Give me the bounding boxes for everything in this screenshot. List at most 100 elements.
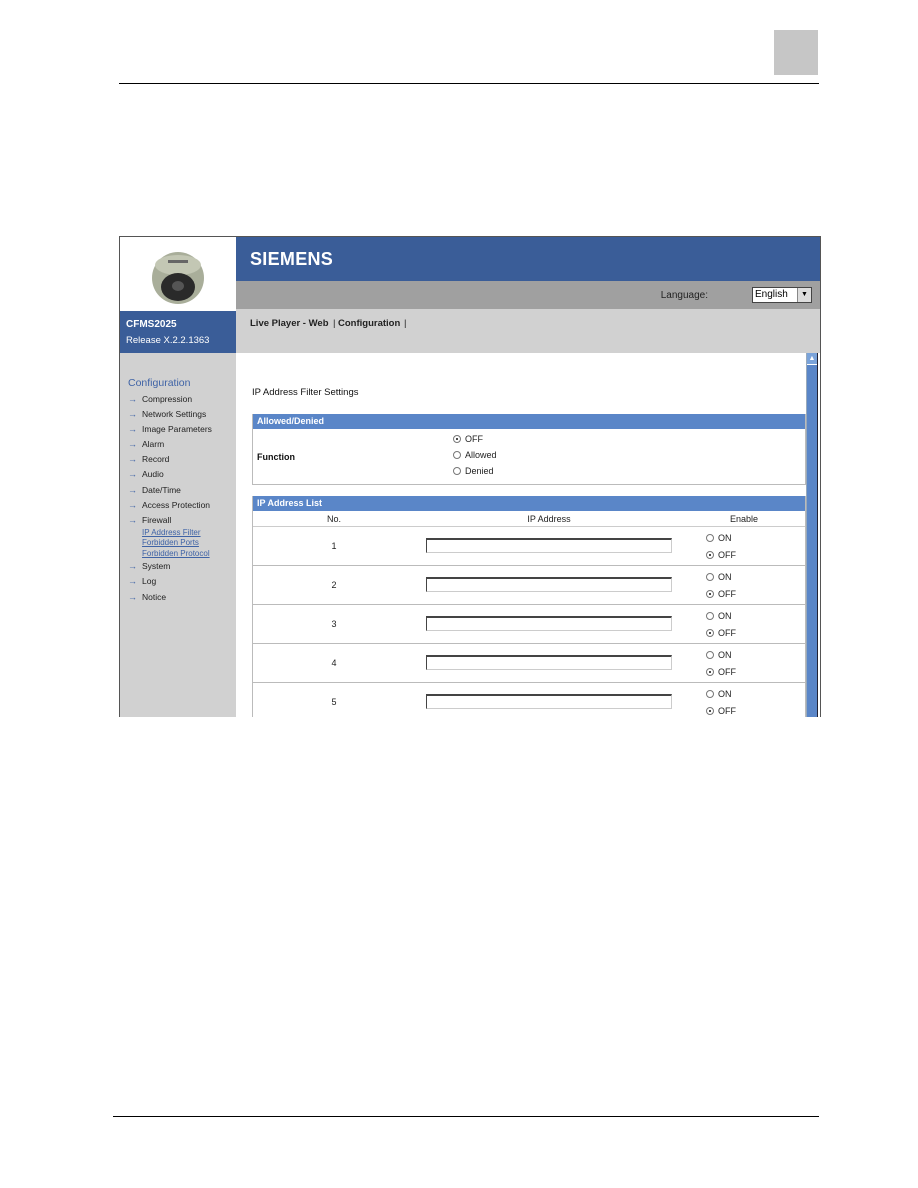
column-header-ip-address: IP Address	[415, 511, 683, 527]
arrow-right-icon: →	[128, 424, 137, 435]
radio-checked-icon	[706, 589, 714, 598]
sidebar-title: Configuration	[128, 377, 191, 389]
table-header-row: No. IP Address Enable	[253, 511, 805, 527]
header-bar: SIEMENS	[236, 237, 820, 281]
radio-checked-icon	[706, 706, 714, 715]
ip-address-input[interactable]	[426, 537, 672, 553]
table-row: 3 ON OFF	[253, 604, 805, 644]
function-label: Function	[257, 452, 295, 462]
arrow-right-icon: →	[128, 576, 137, 587]
menu-configuration[interactable]: Configuration	[338, 318, 400, 329]
menu-live-player-web[interactable]: Live Player - Web	[250, 318, 329, 329]
camera-image	[120, 237, 236, 311]
arrow-right-icon: →	[128, 439, 137, 450]
arrow-right-icon: →	[128, 514, 137, 525]
menu-separator: |	[404, 318, 407, 329]
arrow-right-icon: →	[128, 409, 137, 420]
radio-function-off[interactable]: OFF	[453, 431, 497, 447]
sidebar: CFMS2025 Release X.2.2.1363 Configuratio…	[120, 237, 237, 717]
radio-enable-off[interactable]: OFF	[684, 546, 804, 563]
ip-address-input[interactable]	[426, 615, 672, 631]
language-select[interactable]: English ▼	[752, 287, 812, 303]
arrow-right-icon: →	[128, 499, 137, 510]
sidebar-item-alarm[interactable]: → Alarm	[128, 437, 212, 452]
sidebar-item-access-protection[interactable]: → Access Protection	[128, 498, 212, 513]
radio-checked-icon	[706, 550, 714, 559]
radio-enable-off[interactable]: OFF	[684, 702, 804, 717]
ip-address-input[interactable]	[426, 576, 672, 592]
table-row: 2 ON OFF	[253, 565, 805, 605]
arrow-right-icon: →	[128, 454, 137, 465]
sidebar-item-firewall[interactable]: → Firewall	[128, 513, 212, 528]
radio-function-denied[interactable]: Denied	[453, 463, 497, 479]
row-number: 4	[253, 643, 415, 683]
table-row: 4 ON OFF	[253, 643, 805, 683]
arrow-right-icon: →	[128, 484, 137, 495]
sidebar-item-record[interactable]: → Record	[128, 452, 212, 467]
radio-enable-on[interactable]: ON	[684, 646, 804, 663]
sidebar-subitem-forbidden-protocol[interactable]: Forbidden Protocol	[142, 549, 212, 560]
page-header-rule	[119, 83, 819, 84]
page-title: IP Address Filter Settings	[252, 387, 359, 398]
sidebar-subitem-ip-address-filter[interactable]: IP Address Filter	[142, 528, 212, 539]
siemens-logo: SIEMENS	[250, 249, 334, 269]
menu-separator: |	[333, 318, 336, 329]
top-menu: Live Player - Web | Configuration |	[236, 309, 820, 353]
row-number: 1	[253, 526, 415, 566]
radio-enable-off[interactable]: OFF	[684, 624, 804, 641]
table-row: 1 ON OFF	[253, 526, 805, 566]
chevron-down-icon[interactable]: ▼	[797, 288, 811, 302]
sidebar-item-system[interactable]: → System	[128, 559, 212, 574]
ip-address-list-section: IP Address List No. IP Address Enable 1 …	[252, 496, 806, 717]
radio-function-allowed[interactable]: Allowed	[453, 447, 497, 463]
sidebar-item-compression[interactable]: → Compression	[128, 392, 212, 407]
arrow-right-icon: →	[128, 561, 137, 572]
vertical-scrollbar[interactable]: ▲	[806, 353, 818, 717]
table-row: 5 ON OFF	[253, 682, 805, 717]
sidebar-item-notice[interactable]: → Notice	[128, 590, 212, 605]
allowed-denied-section: Allowed/Denied Function OFF Allowed Deni…	[252, 414, 806, 485]
sidebar-item-date-time[interactable]: → Date/Time	[128, 483, 212, 498]
scroll-up-arrow-icon[interactable]: ▲	[807, 353, 817, 365]
row-number: 5	[253, 682, 415, 717]
radio-unchecked-icon	[706, 611, 714, 620]
ip-address-input[interactable]	[426, 654, 672, 670]
radio-unchecked-icon	[706, 689, 714, 698]
radio-unchecked-icon	[706, 650, 714, 659]
page-footer-rule	[113, 1116, 819, 1117]
dome-camera-icon	[152, 252, 204, 304]
model-name: CFMS2025	[126, 319, 177, 330]
row-number: 2	[253, 565, 415, 605]
web-ui-screenshot: CFMS2025 Release X.2.2.1363 Configuratio…	[119, 236, 821, 717]
sidebar-item-log[interactable]: → Log	[128, 574, 212, 589]
column-header-no: No.	[253, 511, 415, 527]
radio-enable-on[interactable]: ON	[684, 529, 804, 546]
arrow-right-icon: →	[128, 591, 137, 602]
radio-checked-icon	[706, 628, 714, 637]
model-info: CFMS2025 Release X.2.2.1363	[120, 311, 236, 353]
sidebar-subitem-forbidden-ports[interactable]: Forbidden Ports	[142, 538, 212, 549]
radio-unchecked-icon	[706, 533, 714, 542]
release-version: Release X.2.2.1363	[126, 335, 210, 346]
page-corner-tab	[774, 30, 818, 75]
sidebar-item-image-parameters[interactable]: → Image Parameters	[128, 422, 212, 437]
radio-checked-icon	[706, 667, 714, 676]
radio-unchecked-icon	[453, 467, 461, 475]
sidebar-item-network-settings[interactable]: → Network Settings	[128, 407, 212, 422]
function-radio-group: OFF Allowed Denied	[453, 431, 497, 479]
radio-enable-on[interactable]: ON	[684, 607, 804, 624]
ip-address-input[interactable]	[426, 693, 672, 709]
sidebar-nav: Configuration → Compression → Network Sett…	[128, 377, 212, 605]
radio-unchecked-icon	[706, 572, 714, 581]
ip-address-table: No. IP Address Enable 1 ON OFF 2 ON OFF 3	[253, 511, 805, 717]
radio-checked-icon	[453, 435, 461, 443]
column-header-enable: Enable	[683, 511, 805, 527]
radio-enable-on[interactable]: ON	[684, 568, 804, 585]
radio-enable-off[interactable]: OFF	[684, 663, 804, 680]
radio-enable-on[interactable]: ON	[684, 685, 804, 702]
content-area: IP Address Filter Settings Allowed/Denie…	[236, 353, 806, 717]
row-number: 3	[253, 604, 415, 644]
radio-enable-off[interactable]: OFF	[684, 585, 804, 602]
sidebar-item-audio[interactable]: → Audio	[128, 467, 212, 482]
radio-unchecked-icon	[453, 451, 461, 459]
